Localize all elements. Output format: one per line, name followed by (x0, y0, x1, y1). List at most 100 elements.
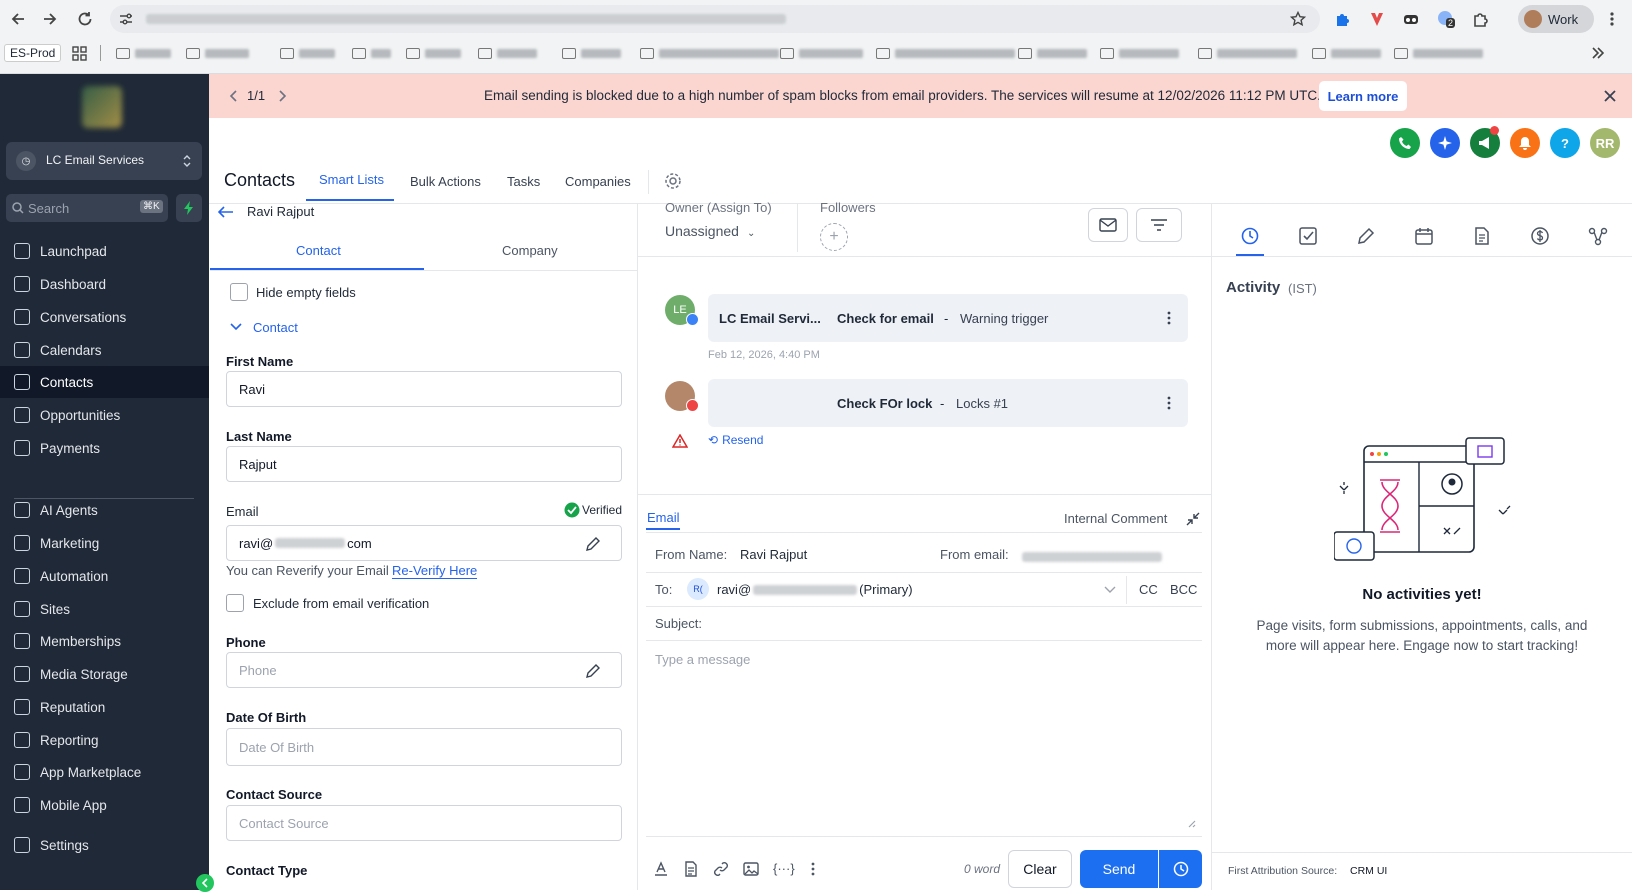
resend-button[interactable]: ⟲ Resend (708, 433, 763, 447)
pager-prev-icon[interactable] (229, 90, 239, 102)
filter-button[interactable] (1136, 208, 1182, 242)
add-follower-button[interactable]: + (820, 223, 848, 251)
message-card[interactable]: Check FOr lock - Locks #1 (708, 379, 1188, 427)
kebab-menu-icon[interactable] (1166, 395, 1172, 411)
extension-badge-icon[interactable]: 2 (1436, 9, 1456, 29)
extension-spy-icon[interactable] (1402, 10, 1420, 28)
chevron-down-icon[interactable] (229, 322, 243, 332)
cc-button[interactable]: CC (1139, 582, 1158, 597)
exclude-verification-checkbox[interactable] (226, 594, 244, 612)
custom-values-icon[interactable]: {···} (773, 861, 795, 876)
message-card[interactable]: LC Email Servi... Check for email - Warn… (708, 294, 1188, 342)
bookmark-folder[interactable] (562, 46, 621, 60)
more-bookmarks-icon[interactable] (1590, 46, 1604, 60)
bookmark-folder[interactable] (186, 46, 249, 60)
clear-button[interactable]: Clear (1008, 850, 1072, 888)
tab-smart-lists[interactable]: Smart Lists (319, 172, 384, 187)
phone-field[interactable]: Phone (226, 652, 622, 688)
back-arrow-icon[interactable] (10, 11, 26, 27)
help-button[interactable]: ? (1550, 128, 1580, 158)
bookmark-folder[interactable] (406, 46, 461, 60)
activity-tab-clock-icon[interactable] (1240, 226, 1260, 246)
payments-tab-dollar-icon[interactable] (1530, 226, 1550, 246)
sidebar-item-media-storage[interactable]: Media Storage (0, 658, 209, 690)
extension-puzzle-icon[interactable] (1334, 10, 1352, 28)
email-field[interactable]: ravi@ com (226, 525, 622, 561)
section-toggle-contact[interactable]: Contact (253, 320, 298, 335)
quick-action-button[interactable] (176, 194, 202, 222)
pencil-icon[interactable] (585, 663, 601, 679)
extensions-menu-icon[interactable] (1472, 10, 1490, 28)
tasks-tab-icon[interactable] (1298, 226, 1318, 246)
more-vertical-icon[interactable] (810, 861, 816, 877)
sidebar-item-opportunities[interactable]: Opportunities (0, 399, 209, 431)
collapse-sidebar-button[interactable] (196, 874, 214, 892)
sidebar-item-calendars[interactable]: Calendars (0, 334, 209, 366)
appointments-tab-calendar-icon[interactable] (1414, 226, 1434, 246)
recipient-select[interactable]: ravi@ (Primary) (717, 582, 913, 597)
notes-tab-pencil-icon[interactable] (1356, 226, 1376, 246)
sidebar-item-settings[interactable]: Settings (0, 829, 209, 861)
close-icon[interactable] (1603, 89, 1617, 103)
sidebar-item-contacts[interactable]: Contacts (0, 366, 209, 398)
schedule-send-button[interactable] (1159, 850, 1202, 888)
sidebar-item-marketing[interactable]: Marketing (0, 527, 209, 559)
kebab-menu-icon[interactable] (1166, 310, 1172, 326)
bookmark-folder[interactable] (1100, 46, 1179, 60)
first-name-field[interactable]: Ravi (226, 371, 622, 407)
tab-company[interactable]: Company (502, 243, 558, 258)
extension-v-icon[interactable] (1368, 10, 1386, 28)
user-avatar[interactable]: RR (1590, 128, 1620, 158)
bookmark-folder[interactable] (640, 46, 779, 60)
forward-arrow-icon[interactable] (42, 11, 58, 27)
bookmark-folder[interactable] (280, 46, 335, 60)
email-filter-button[interactable] (1088, 208, 1128, 242)
sidebar-item-launchpad[interactable]: Launchpad (0, 235, 209, 267)
documents-tab-icon[interactable] (1472, 226, 1492, 246)
reload-icon[interactable] (76, 10, 94, 28)
pager-next-icon[interactable] (277, 90, 287, 102)
sidebar-item-mobile-app[interactable]: Mobile App (0, 789, 209, 821)
ai-assistant-button[interactable] (1430, 128, 1460, 158)
sidebar-item-app-marketplace[interactable]: App Marketplace (0, 756, 209, 788)
sidebar-item-payments[interactable]: Payments (0, 432, 209, 464)
sidebar-item-conversations[interactable]: Conversations (0, 301, 209, 333)
location-switcher[interactable]: ◷ LC Email Services (6, 142, 202, 180)
chevron-down-icon[interactable] (1104, 586, 1116, 594)
site-settings-icon[interactable] (118, 11, 134, 27)
workflows-tab-icon[interactable] (1588, 226, 1608, 246)
message-textarea[interactable]: Type a message (646, 642, 1202, 832)
bookmark-folder[interactable] (478, 46, 537, 60)
composer-tab-email[interactable]: Email (647, 510, 680, 525)
tab-companies[interactable]: Companies (565, 174, 631, 189)
bookmark-folder[interactable] (1018, 46, 1087, 60)
sidebar-item-dashboard[interactable]: Dashboard (0, 268, 209, 300)
bookmark-folder[interactable] (116, 46, 171, 60)
last-name-field[interactable]: Rajput (226, 446, 622, 482)
send-button[interactable]: Send (1080, 850, 1158, 888)
resize-handle-icon[interactable] (1186, 818, 1196, 828)
subject-input[interactable] (718, 610, 1198, 638)
notifications-button[interactable] (1510, 128, 1540, 158)
template-icon[interactable] (683, 861, 699, 877)
link-icon[interactable] (713, 861, 729, 877)
phone-button[interactable] (1390, 128, 1420, 158)
sidebar-item-memberships[interactable]: Memberships (0, 625, 209, 657)
sidebar-item-reputation[interactable]: Reputation (0, 691, 209, 723)
pencil-icon[interactable] (585, 536, 601, 552)
announcements-button[interactable] (1470, 126, 1500, 158)
bookmark-folder[interactable] (1394, 46, 1483, 60)
bookmark-folder[interactable] (876, 46, 1015, 60)
profile-chip[interactable]: Work (1518, 5, 1594, 33)
image-icon[interactable] (743, 861, 759, 877)
address-bar[interactable] (110, 5, 1320, 33)
bookmark-folder[interactable] (780, 46, 863, 60)
collapse-icon[interactable] (1186, 512, 1200, 526)
bcc-button[interactable]: BCC (1170, 582, 1197, 597)
tab-tasks[interactable]: Tasks (507, 174, 540, 189)
dob-field[interactable]: Date Of Birth (226, 728, 622, 766)
hide-empty-checkbox[interactable] (230, 283, 248, 301)
owner-select[interactable]: Unassigned ⌄ (665, 223, 755, 239)
learn-more-button[interactable]: Learn more (1319, 81, 1407, 111)
contact-source-field[interactable]: Contact Source (226, 805, 622, 841)
